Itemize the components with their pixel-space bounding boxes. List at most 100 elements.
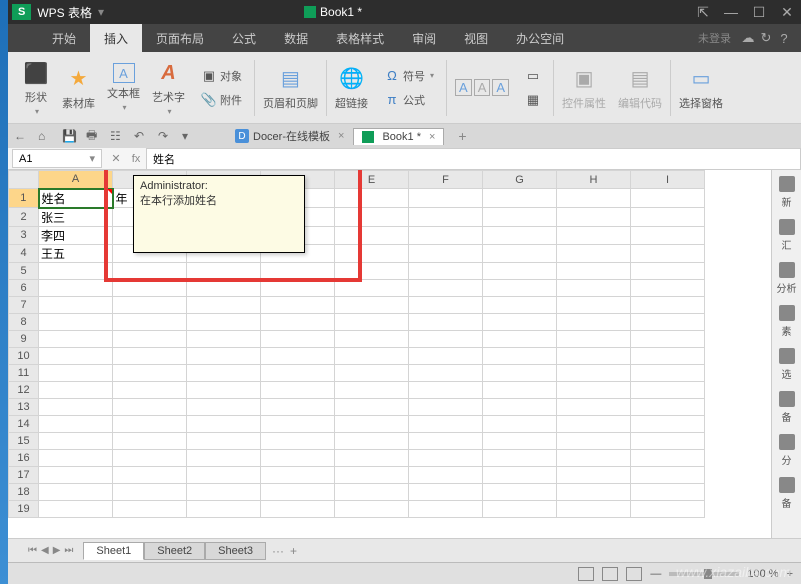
- cell-D10[interactable]: [261, 347, 335, 364]
- row-header-9[interactable]: 9: [9, 330, 39, 347]
- row-header-18[interactable]: 18: [9, 483, 39, 500]
- cell-E14[interactable]: [335, 415, 409, 432]
- cell-A11[interactable]: [39, 364, 113, 381]
- cell-H19[interactable]: [557, 500, 631, 517]
- cell-B14[interactable]: [113, 415, 187, 432]
- cell-E12[interactable]: [335, 381, 409, 398]
- cell-A6[interactable]: [39, 279, 113, 296]
- cell-G5[interactable]: [483, 262, 557, 279]
- cell-I2[interactable]: [631, 208, 705, 227]
- cell-H1[interactable]: [557, 189, 631, 208]
- cell-F16[interactable]: [409, 449, 483, 466]
- cell-D17[interactable]: [261, 466, 335, 483]
- cell-I6[interactable]: [631, 279, 705, 296]
- cell-I8[interactable]: [631, 313, 705, 330]
- row-header-16[interactable]: 16: [9, 449, 39, 466]
- cell-I18[interactable]: [631, 483, 705, 500]
- add-doc-button[interactable]: +: [458, 128, 466, 144]
- docer-close-icon[interactable]: ×: [338, 130, 344, 142]
- cell-H3[interactable]: [557, 226, 631, 244]
- cell-G11[interactable]: [483, 364, 557, 381]
- cell-C18[interactable]: [187, 483, 261, 500]
- view-page-icon[interactable]: [602, 567, 618, 581]
- cell-F18[interactable]: [409, 483, 483, 500]
- cell-H18[interactable]: [557, 483, 631, 500]
- cell-H16[interactable]: [557, 449, 631, 466]
- cell-E9[interactable]: [335, 330, 409, 347]
- cell-E1[interactable]: [335, 189, 409, 208]
- cell-D6[interactable]: [261, 279, 335, 296]
- cell-G4[interactable]: [483, 244, 557, 262]
- nav-last-icon[interactable]: ⏭: [64, 545, 73, 556]
- row-header-8[interactable]: 8: [9, 313, 39, 330]
- cell-E3[interactable]: [335, 226, 409, 244]
- cell-G10[interactable]: [483, 347, 557, 364]
- cell-G15[interactable]: [483, 432, 557, 449]
- row-header-12[interactable]: 12: [9, 381, 39, 398]
- view-break-icon[interactable]: [626, 567, 642, 581]
- cell-I10[interactable]: [631, 347, 705, 364]
- cell-B7[interactable]: [113, 296, 187, 313]
- cell-G2[interactable]: [483, 208, 557, 227]
- cell-C10[interactable]: [187, 347, 261, 364]
- cell-C5[interactable]: [187, 262, 261, 279]
- cell-F17[interactable]: [409, 466, 483, 483]
- cell-I9[interactable]: [631, 330, 705, 347]
- view-normal-icon[interactable]: [578, 567, 594, 581]
- cell-F2[interactable]: [409, 208, 483, 227]
- fx-cancel-icon[interactable]: ✕: [106, 152, 126, 165]
- hyperlink-button[interactable]: 🌐 超链接: [335, 65, 368, 111]
- cell-G16[interactable]: [483, 449, 557, 466]
- cell-C8[interactable]: [187, 313, 261, 330]
- cell-G9[interactable]: [483, 330, 557, 347]
- cell-A9[interactable]: [39, 330, 113, 347]
- cell-H11[interactable]: [557, 364, 631, 381]
- cell-C13[interactable]: [187, 398, 261, 415]
- cell-E18[interactable]: [335, 483, 409, 500]
- cell-E19[interactable]: [335, 500, 409, 517]
- cell-C19[interactable]: [187, 500, 261, 517]
- sheet-tab-3[interactable]: Sheet3: [205, 542, 266, 560]
- cell-H2[interactable]: [557, 208, 631, 227]
- cell-H13[interactable]: [557, 398, 631, 415]
- cell-F5[interactable]: [409, 262, 483, 279]
- cell-E5[interactable]: [335, 262, 409, 279]
- cell-F4[interactable]: [409, 244, 483, 262]
- cell-A12[interactable]: [39, 381, 113, 398]
- cell-A13[interactable]: [39, 398, 113, 415]
- cell-D14[interactable]: [261, 415, 335, 432]
- book-close-icon[interactable]: ×: [429, 131, 435, 143]
- letter-a-1[interactable]: A: [455, 79, 472, 96]
- cell-F15[interactable]: [409, 432, 483, 449]
- col-header-G[interactable]: G: [483, 171, 557, 189]
- docer-tab[interactable]: D Docer-在线模板 ×: [226, 125, 353, 147]
- cell-B6[interactable]: [113, 279, 187, 296]
- cell-G17[interactable]: [483, 466, 557, 483]
- wordart-button[interactable]: A 艺术字: [152, 59, 185, 116]
- cell-D11[interactable]: [261, 364, 335, 381]
- cell-G8[interactable]: [483, 313, 557, 330]
- cell-E11[interactable]: [335, 364, 409, 381]
- cell-H8[interactable]: [557, 313, 631, 330]
- symbol-button[interactable]: Ω符号: [380, 66, 438, 86]
- comment-box[interactable]: Administrator: 在本行添加姓名: [133, 175, 305, 253]
- side-backup1[interactable]: 备: [779, 391, 795, 424]
- cell-I4[interactable]: [631, 244, 705, 262]
- preview-icon[interactable]: ☷: [110, 128, 126, 144]
- nav-next-icon[interactable]: ▶: [53, 545, 61, 556]
- cell-I17[interactable]: [631, 466, 705, 483]
- cell-G3[interactable]: [483, 226, 557, 244]
- cell-I16[interactable]: [631, 449, 705, 466]
- corner-cell[interactable]: [9, 171, 39, 189]
- cell-F8[interactable]: [409, 313, 483, 330]
- cloud-icon[interactable]: ☁: [739, 30, 757, 46]
- cell-F11[interactable]: [409, 364, 483, 381]
- cell-B8[interactable]: [113, 313, 187, 330]
- grid[interactable]: ABCDEFGHI1姓名年2张三3李四4王五567891011121314151…: [8, 170, 771, 538]
- cell-G13[interactable]: [483, 398, 557, 415]
- cell-F7[interactable]: [409, 296, 483, 313]
- pin-button[interactable]: ⇱: [689, 0, 717, 24]
- cell-E13[interactable]: [335, 398, 409, 415]
- row-header-5[interactable]: 5: [9, 262, 39, 279]
- cell-H7[interactable]: [557, 296, 631, 313]
